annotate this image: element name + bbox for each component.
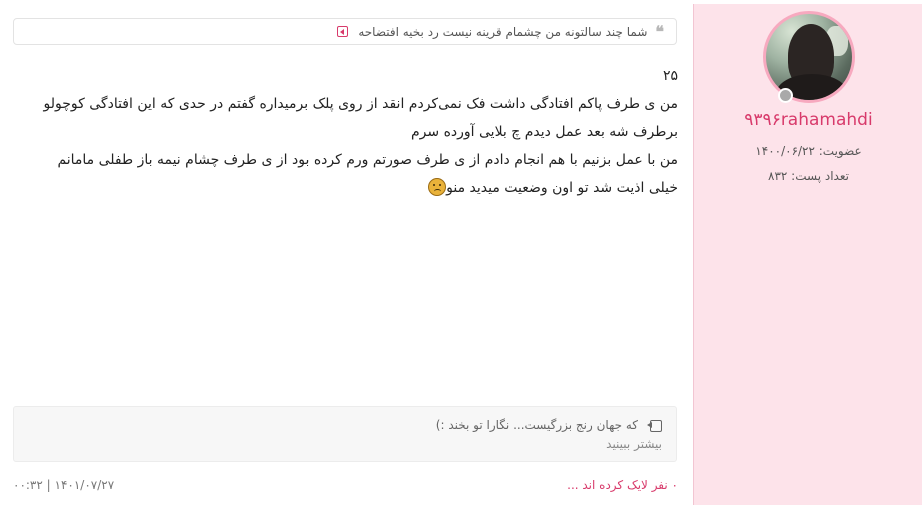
online-status-dot: [778, 88, 793, 103]
go-to-quoted-post-icon[interactable]: [337, 26, 349, 37]
join-date: عضویت: ۱۴۰۰/۰۶/۲۲: [755, 144, 862, 158]
quote-text: شما چند سالتونه من چشمام قرینه نیست رد ب…: [358, 24, 648, 39]
user-signature: که جهان رنج بزرگیست... نگارا تو بخند :) …: [13, 406, 677, 462]
signature-arrow-icon: [646, 420, 662, 432]
quoted-post[interactable]: ❝ شما چند سالتونه من چشمام قرینه نیست رد…: [13, 18, 677, 45]
quote-icon: ❝: [655, 22, 664, 41]
user-sidebar: ۹۳۹۶rahamahdi عضویت: ۱۴۰۰/۰۶/۲۲ تعداد پس…: [693, 4, 922, 505]
username-link[interactable]: ۹۳۹۶rahamahdi: [694, 110, 923, 130]
signature-line: که جهان رنج بزرگیست... نگارا تو بخند :): [14, 415, 662, 435]
post-count: تعداد پست: ۸۳۲: [768, 169, 849, 183]
post-content: ۲۵ من ی طرف پاکم افتادگی داشت فک نمی‌کرد…: [30, 62, 678, 202]
see-more-link[interactable]: بیشتر ببینید: [14, 437, 662, 451]
likes-link[interactable]: ۰ نفر لایک کرده اند ...: [560, 478, 678, 492]
forum-post: ۹۳۹۶rahamahdi عضویت: ۱۴۰۰/۰۶/۲۲ تعداد پس…: [0, 0, 923, 507]
post-number: ۲۵: [662, 68, 678, 84]
post-paragraph-2-text: من با عمل بزنیم با هم انجام دادم از ی طر…: [57, 152, 678, 196]
signature-text: که جهان رنج بزرگیست... نگارا تو بخند :): [435, 418, 638, 432]
avatar[interactable]: [763, 11, 855, 103]
avatar-container[interactable]: [763, 11, 855, 103]
post-paragraph-2: من با عمل بزنیم با هم انجام دادم از ی طر…: [30, 146, 678, 202]
sad-face-emoji-icon: [428, 178, 447, 196]
post-date: ۰۰:۳۲ | ۱۴۰۱/۰۷/۲۷: [13, 478, 115, 492]
post-paragraph-1: من ی طرف پاکم افتادگی داشت فک نمی‌کردم ا…: [43, 96, 678, 140]
